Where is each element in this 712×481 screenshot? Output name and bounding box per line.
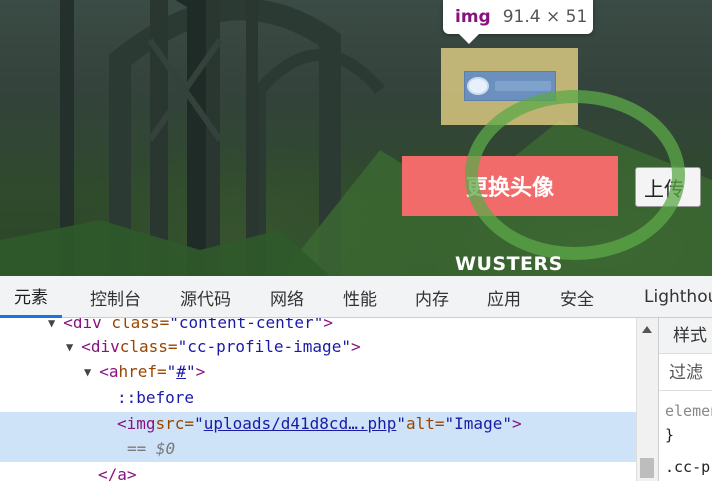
attr-quote: " (396, 414, 406, 433)
tab-application[interactable]: 应用 (487, 276, 521, 318)
tooltip-tag: img (455, 7, 491, 27)
href-link[interactable]: # (176, 362, 186, 381)
tag-open: <a (99, 362, 119, 381)
tag-open: <img (117, 414, 156, 433)
tab-network[interactable]: 网络 (270, 276, 304, 318)
style-rule-selector: .cc-profile-image (665, 458, 712, 476)
elements-scrollbar[interactable] (636, 318, 658, 481)
attr-quote: " (185, 362, 196, 381)
attr-name: alt= (406, 414, 445, 433)
attr-name: class= (119, 337, 178, 356)
scroll-up-icon[interactable] (642, 326, 652, 333)
tab-memory[interactable]: 内存 (415, 276, 449, 318)
src-link[interactable]: uploads/d41d8cd….php (204, 414, 397, 433)
dom-node-img[interactable]: <img src= " uploads/d41d8cd….php " alt= … (0, 411, 636, 436)
tab-elements[interactable]: 元素 (0, 276, 62, 318)
tag-close: </a> (98, 465, 137, 481)
tab-styles[interactable]: 样式 (659, 318, 712, 354)
tag-close: > (350, 337, 361, 356)
tag-open: <div (63, 318, 102, 332)
upload-button[interactable]: 上传 (635, 167, 701, 207)
devtools-tabbar: 元素 控制台 源代码 网络 性能 内存 应用 安全 Lighthouse (0, 276, 712, 318)
style-rule-selector: element.style (665, 402, 712, 420)
tab-sources[interactable]: 源代码 (180, 276, 231, 318)
image-logo-text-shape (495, 81, 551, 91)
attr-value: "Image" (444, 414, 512, 433)
profile-image[interactable] (464, 71, 556, 101)
attr-quote: " (194, 414, 204, 433)
collapse-triangle-icon[interactable]: ▼ (66, 340, 73, 354)
attr-value: "content-center" (169, 318, 324, 332)
attr-name: class= (111, 318, 170, 332)
attr-name: src= (155, 414, 195, 433)
page-viewport: img 91.4 × 51 更换头像 上传 WUSTERS (0, 0, 712, 276)
tab-console[interactable]: 控制台 (90, 276, 141, 318)
tooltip-arrow (459, 34, 479, 44)
site-logo: WUSTERS (455, 253, 563, 275)
scroll-thumb[interactable] (640, 458, 654, 478)
change-avatar-button[interactable]: 更换头像 (402, 156, 618, 216)
tag-close: > (195, 362, 206, 381)
tab-lighthouse[interactable]: Lighthouse (644, 276, 712, 318)
attr-quote: " (166, 362, 177, 381)
tooltip-size: 91.4 × 51 (502, 7, 588, 27)
tag-open: <div (81, 337, 120, 356)
dom-node-before-pseudo[interactable]: ::before (0, 385, 636, 410)
attr-value: "cc-profile-image" (177, 337, 351, 356)
devtools-panel: 元素 控制台 源代码 网络 性能 内存 应用 安全 Lighthouse ▼ <… (0, 276, 712, 481)
dom-node-anchor-close[interactable]: </a> (0, 462, 636, 481)
styles-panel: 样式 过滤 element.style } .cc-profile-image (658, 318, 712, 481)
pseudo-element: ::before (117, 388, 195, 407)
inspect-tooltip: img 91.4 × 51 (443, 0, 593, 34)
tab-security[interactable]: 安全 (560, 276, 594, 318)
elements-tree: ▼ <div class= "content-center" > ▼ <div … (0, 318, 636, 481)
dom-node-cc-profile-image[interactable]: ▼ <div class= "cc-profile-image" > (0, 334, 636, 359)
dollar-zero-marker: == $0 (127, 439, 176, 458)
tag-close: > (511, 414, 522, 433)
dom-node-content-center[interactable]: ▼ <div class= "content-center" > (0, 318, 636, 335)
dom-selected-marker: == $0 (0, 436, 636, 461)
collapse-triangle-icon[interactable]: ▼ (48, 318, 55, 330)
collapse-triangle-icon[interactable]: ▼ (84, 365, 91, 379)
attr-name: href= (118, 362, 167, 381)
image-logo-shape (467, 77, 489, 95)
styles-filter-input[interactable]: 过滤 (659, 355, 712, 391)
tag-close: > (323, 318, 333, 332)
style-rule-close: } (665, 426, 675, 444)
tab-performance[interactable]: 性能 (343, 276, 377, 318)
dom-node-anchor[interactable]: ▼ <a href= " # " > (0, 359, 636, 384)
